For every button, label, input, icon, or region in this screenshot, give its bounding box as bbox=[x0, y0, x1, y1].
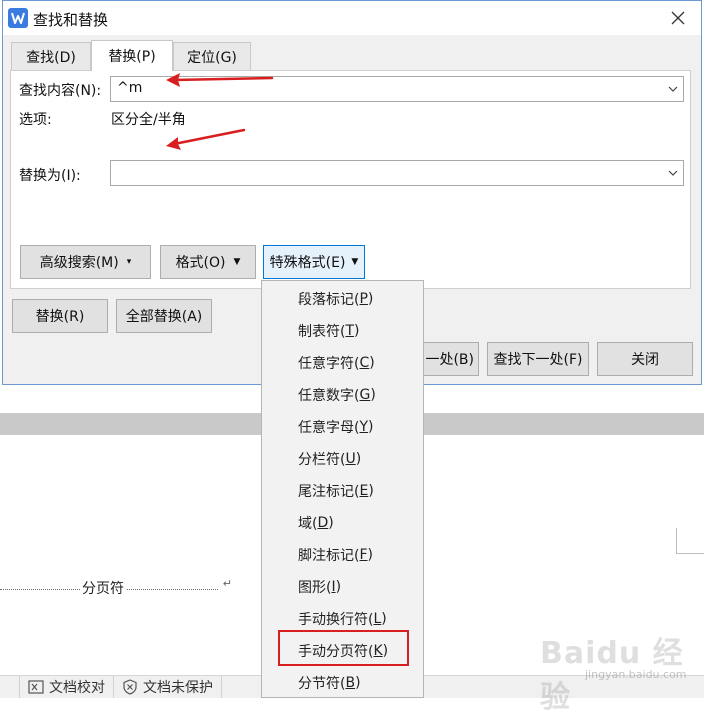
menu-item-end: ) bbox=[381, 611, 387, 627]
menu-item-text: 脚注标记( bbox=[298, 548, 360, 564]
menu-item-key: B bbox=[345, 675, 356, 691]
advanced-search-label: 高级搜索(M) bbox=[39, 255, 119, 271]
menu-item-text: 手动分页符( bbox=[298, 644, 374, 660]
menu-item-text: 任意字母( bbox=[298, 420, 360, 436]
menu-item-end: ) bbox=[328, 515, 334, 531]
paragraph-mark: ↵ bbox=[222, 577, 232, 590]
menu-item-key: L bbox=[373, 611, 382, 627]
options-label: 选项: bbox=[19, 112, 52, 128]
menu-item-end: ) bbox=[370, 387, 376, 403]
statusbar-edge bbox=[0, 676, 20, 698]
replace-with-label: 替换为(I): bbox=[19, 168, 81, 184]
menu-item-text: 域( bbox=[298, 516, 318, 532]
double-caret-icon: ▾ bbox=[126, 257, 132, 267]
chevron-down-icon[interactable] bbox=[667, 82, 679, 96]
baidu-watermark-url: jingyan.baidu.com bbox=[585, 668, 687, 681]
menu-item-tab-char[interactable]: 制表符(T) bbox=[262, 316, 423, 346]
menu-item-key: Y bbox=[359, 419, 369, 435]
menu-item-footnote-mark[interactable]: 脚注标记(F) bbox=[262, 540, 423, 570]
protect-label: 文档未保护 bbox=[143, 680, 213, 696]
menu-item-text: 任意字符( bbox=[298, 356, 360, 372]
caret-down-icon: ▼ bbox=[233, 257, 241, 267]
menu-item-end: ) bbox=[335, 579, 342, 595]
replace-with-combobox[interactable] bbox=[110, 160, 684, 186]
proofread-status[interactable]: 文档校对 bbox=[20, 676, 114, 698]
tab-replace[interactable]: 替换(P) bbox=[91, 40, 173, 71]
replace-button[interactable]: 替换(R) bbox=[12, 299, 108, 333]
find-what-combobox[interactable]: ^m bbox=[110, 76, 684, 102]
menu-item-key: K bbox=[373, 643, 383, 659]
dialog-title: 查找和替换 bbox=[33, 11, 109, 29]
menu-item-key: D bbox=[317, 515, 329, 531]
replace-all-button[interactable]: 全部替换(A) bbox=[116, 299, 212, 333]
wps-writer-icon bbox=[8, 8, 28, 28]
special-format-label: 特殊格式(E) bbox=[269, 255, 346, 271]
format-button[interactable]: 格式(O) ▼ bbox=[160, 245, 256, 279]
special-format-button[interactable]: 特殊格式(E) ▼ bbox=[263, 245, 365, 279]
close-icon bbox=[671, 11, 685, 25]
menu-item-end: ) bbox=[382, 643, 389, 659]
menu-item-section-break[interactable]: 分节符(B) bbox=[262, 668, 423, 698]
menu-item-end: ) bbox=[368, 419, 374, 435]
menu-item-text: 尾注标记( bbox=[298, 484, 360, 500]
menu-item-text: 任意数字( bbox=[298, 388, 360, 404]
tab-goto[interactable]: 定位(G) bbox=[173, 42, 251, 70]
close-button[interactable]: 关闭 bbox=[597, 342, 693, 376]
menu-item-end: ) bbox=[367, 547, 373, 563]
chevron-down-icon[interactable] bbox=[667, 166, 679, 180]
menu-item-text: 段落标记( bbox=[298, 292, 360, 308]
format-label: 格式(O) bbox=[175, 255, 226, 271]
menu-item-any-char[interactable]: 任意字符(C) bbox=[262, 348, 423, 378]
menu-item-any-letter[interactable]: 任意字母(Y) bbox=[262, 412, 423, 442]
menu-item-end: ) bbox=[354, 323, 360, 339]
special-format-menu: 段落标记(P) 制表符(T) 任意字符(C) 任意数字(G) 任意字母(Y) 分… bbox=[261, 280, 424, 698]
menu-item-graphic[interactable]: 图形(I) bbox=[262, 572, 423, 602]
page-break-label: 分页符 bbox=[80, 578, 126, 598]
menu-item-text: 图形( bbox=[298, 580, 332, 596]
menu-item-end: ) bbox=[367, 291, 374, 307]
menu-item-key: T bbox=[345, 323, 355, 339]
menu-item-key: F bbox=[359, 547, 368, 563]
find-what-value: ^m bbox=[117, 80, 143, 96]
menu-item-column-break[interactable]: 分栏符(U) bbox=[262, 444, 423, 474]
find-next-button[interactable]: 查找下一处(F) bbox=[487, 342, 589, 376]
menu-item-any-digit[interactable]: 任意数字(G) bbox=[262, 380, 423, 410]
close-window-button[interactable] bbox=[655, 1, 701, 35]
menu-item-manual-line-break[interactable]: 手动换行符(L) bbox=[262, 604, 423, 634]
options-value: 区分全/半角 bbox=[111, 112, 186, 128]
dialog-titlebar[interactable]: 查找和替换 bbox=[3, 1, 701, 35]
menu-item-key: U bbox=[345, 451, 356, 467]
menu-item-text: 分节符( bbox=[298, 676, 346, 692]
proofread-icon bbox=[28, 680, 44, 694]
page-corner-mark bbox=[676, 528, 704, 554]
tab-find[interactable]: 查找(D) bbox=[11, 42, 91, 70]
menu-item-key: G bbox=[359, 387, 371, 403]
menu-item-end: ) bbox=[368, 483, 374, 499]
advanced-search-button[interactable]: 高级搜索(M) ▾ bbox=[20, 245, 151, 279]
protect-status[interactable]: 文档未保护 bbox=[114, 676, 222, 698]
menu-item-manual-page-break[interactable]: 手动分页符(K) bbox=[262, 636, 423, 666]
shield-icon bbox=[123, 679, 137, 695]
proofread-label: 文档校对 bbox=[49, 680, 105, 696]
menu-item-text: 制表符( bbox=[298, 324, 346, 340]
caret-down-icon: ▼ bbox=[351, 257, 359, 267]
menu-item-text: 分栏符( bbox=[298, 452, 346, 468]
menu-item-text: 手动换行符( bbox=[298, 612, 374, 628]
page-break-line: 分页符 ↵ bbox=[0, 577, 232, 598]
menu-item-end: ) bbox=[369, 355, 375, 371]
menu-item-key: P bbox=[359, 291, 368, 307]
menu-item-end: ) bbox=[355, 675, 361, 691]
menu-item-endnote-mark[interactable]: 尾注标记(E) bbox=[262, 476, 423, 506]
find-what-label: 查找内容(N): bbox=[19, 83, 102, 99]
menu-item-key: C bbox=[359, 355, 370, 371]
menu-item-key: E bbox=[359, 483, 369, 499]
menu-item-field[interactable]: 域(D) bbox=[262, 508, 423, 538]
menu-item-end: ) bbox=[355, 451, 362, 467]
menu-item-paragraph-mark[interactable]: 段落标记(P) bbox=[262, 284, 423, 314]
